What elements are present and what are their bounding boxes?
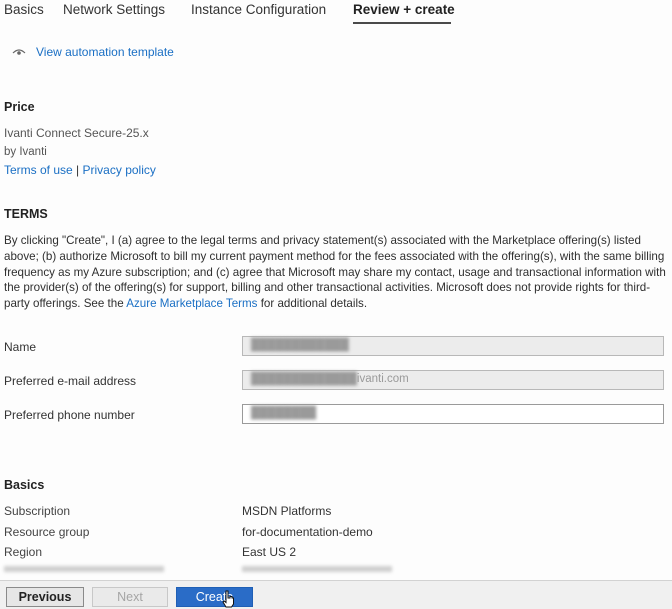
email-field: █████████████ivanti.com bbox=[242, 370, 664, 390]
name-label: Name bbox=[4, 340, 37, 354]
obscured-row-label bbox=[4, 566, 164, 572]
email-domain: ivanti.com bbox=[356, 373, 409, 385]
tab-network-settings[interactable]: Network Settings bbox=[63, 2, 165, 17]
previous-button[interactable]: Previous bbox=[6, 587, 84, 607]
terms-heading: TERMS bbox=[4, 207, 48, 221]
name-field: ████████████ bbox=[242, 336, 664, 356]
link-separator: | bbox=[76, 163, 80, 177]
eye-icon bbox=[12, 49, 26, 55]
obscured-row-value bbox=[242, 566, 392, 572]
basics-heading: Basics bbox=[4, 478, 45, 492]
azure-marketplace-terms-link[interactable]: Azure Marketplace Terms bbox=[126, 297, 257, 310]
resource-group-label: Resource group bbox=[4, 525, 90, 539]
create-button[interactable]: Create bbox=[176, 587, 253, 607]
email-label: Preferred e-mail address bbox=[4, 374, 137, 388]
phone-value: ████████ bbox=[251, 407, 317, 419]
product-name: Ivanti Connect Secure-25.x bbox=[4, 126, 149, 140]
hand-cursor-icon bbox=[222, 590, 234, 608]
tab-instance-configuration[interactable]: Instance Configuration bbox=[191, 2, 326, 17]
tab-review-create[interactable]: Review + create bbox=[353, 2, 455, 17]
publisher-name: by Ivanti bbox=[4, 146, 47, 158]
wizard-tabs: Basics Network Settings Instance Configu… bbox=[0, 0, 672, 26]
price-links: Terms of use | Privacy policy bbox=[4, 163, 156, 177]
region-value: East US 2 bbox=[242, 545, 297, 559]
tab-basics[interactable]: Basics bbox=[4, 2, 44, 17]
subscription-label: Subscription bbox=[4, 504, 71, 518]
phone-label: Preferred phone number bbox=[4, 408, 135, 422]
terms-of-use-link[interactable]: Terms of use bbox=[4, 163, 73, 177]
privacy-policy-link[interactable]: Privacy policy bbox=[83, 163, 156, 177]
email-value-redacted: █████████████ bbox=[251, 373, 357, 385]
name-value: ████████████ bbox=[251, 339, 349, 351]
phone-field[interactable]: ████████ bbox=[242, 404, 664, 424]
subscription-value: MSDN Platforms bbox=[242, 504, 332, 518]
active-tab-indicator bbox=[353, 22, 451, 24]
wizard-footer: Previous Next Create bbox=[0, 580, 672, 609]
resource-group-value: for-documentation-demo bbox=[242, 525, 373, 539]
terms-text-part2: for additional details. bbox=[257, 297, 368, 311]
next-button[interactable]: Next bbox=[92, 587, 168, 607]
view-automation-template-label: View automation template bbox=[36, 45, 174, 59]
view-automation-template-link[interactable]: View automation template bbox=[12, 45, 174, 59]
region-label: Region bbox=[4, 545, 43, 559]
price-heading: Price bbox=[4, 100, 35, 114]
terms-text: By clicking "Create", I (a) agree to the… bbox=[4, 233, 666, 312]
